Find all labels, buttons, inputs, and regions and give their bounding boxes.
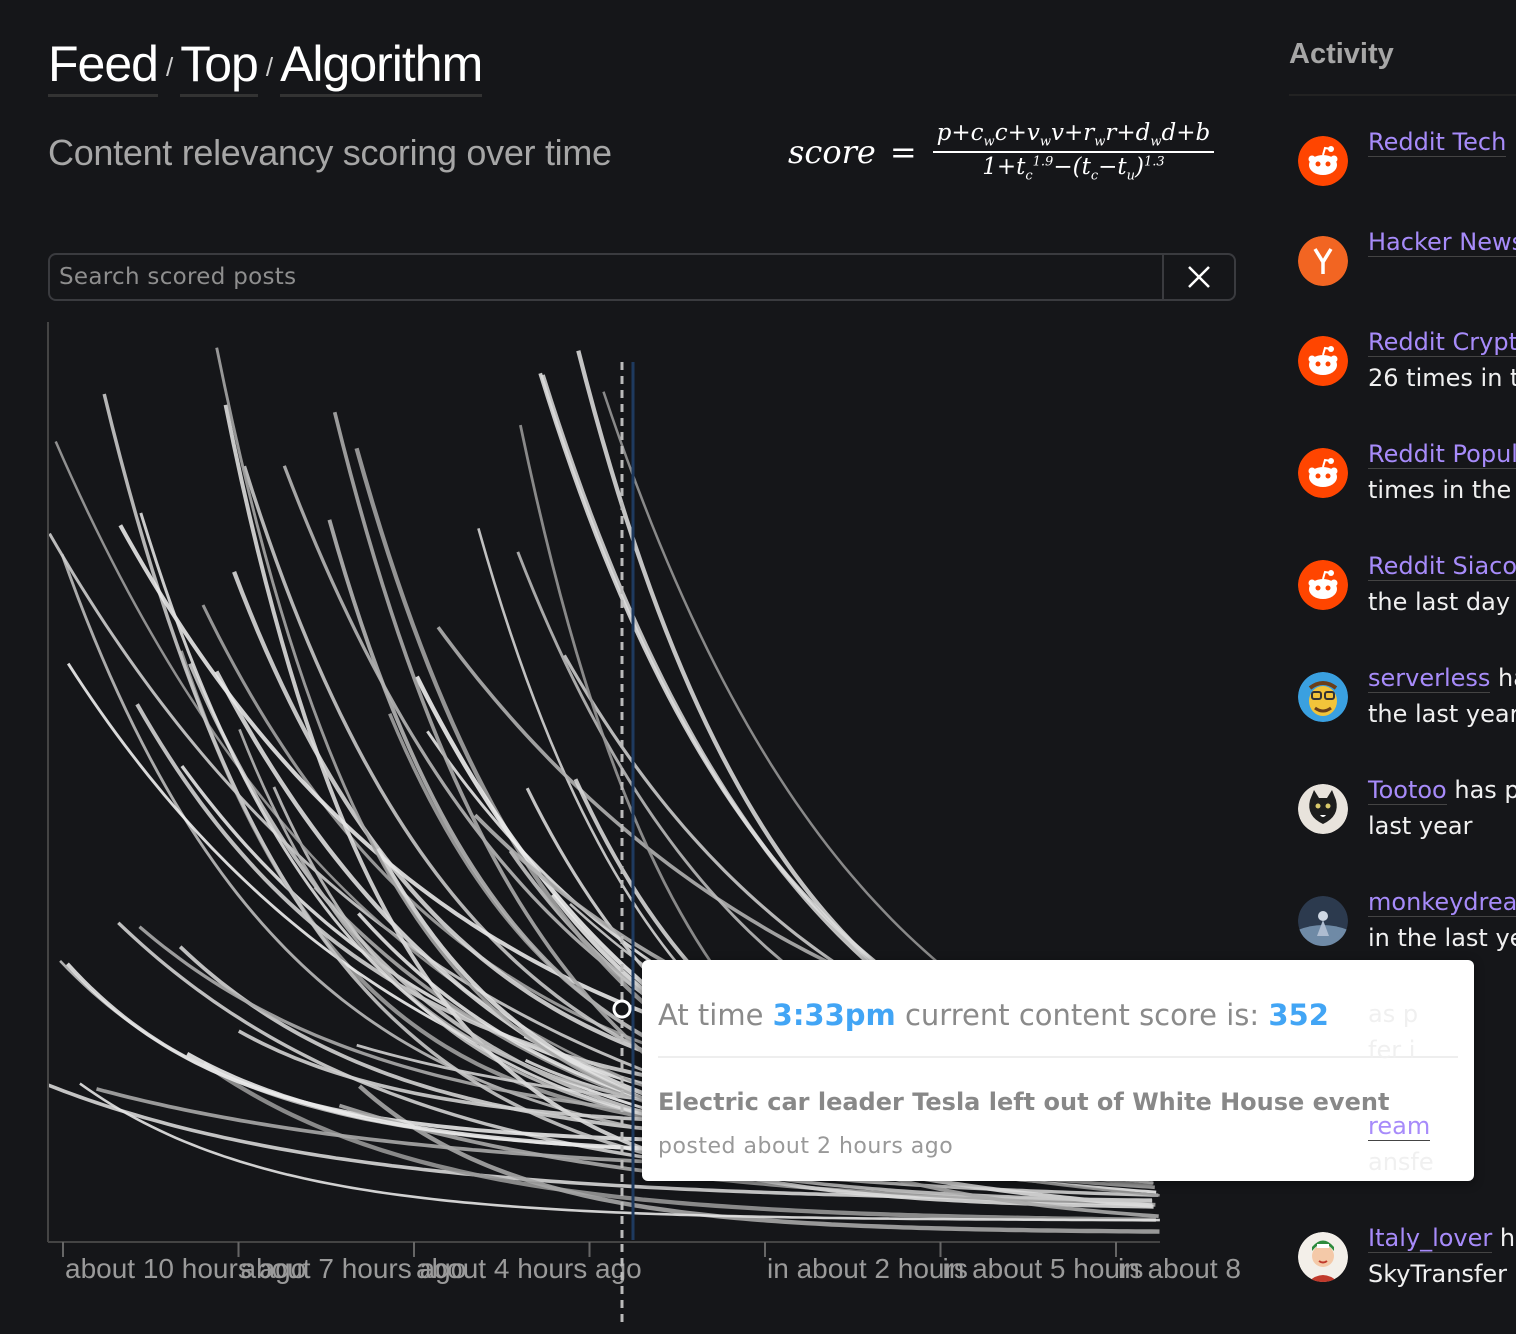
activity-source-link[interactable]: Reddit Popular	[1368, 440, 1516, 469]
activity-text: as p fer i	[1368, 996, 1418, 1068]
activity-text-line2: times in the la	[1368, 476, 1516, 504]
activity-text-line2: SkyTransfer i	[1368, 1260, 1516, 1288]
tooltip-header: At time 3:33pm current content score is:…	[658, 960, 1458, 1058]
score-tooltip: At time 3:33pm current content score is:…	[642, 960, 1474, 1181]
activity-text-line2: ansfe	[1368, 1148, 1434, 1176]
activity-text-line2: the last day	[1368, 588, 1511, 616]
activity-text-rest: h	[1506, 128, 1516, 156]
italy-avatar	[1298, 1232, 1348, 1282]
activity-text: ream ansfe	[1368, 1108, 1434, 1180]
activity-divider	[1289, 94, 1516, 96]
reddit-icon	[1298, 560, 1348, 610]
activity-text: Italy_lover ha SkyTransfer i	[1368, 1220, 1516, 1292]
activity-text-line2: fer i	[1368, 1036, 1416, 1064]
tooltip-posted-time: posted about 2 hours ago	[658, 1134, 954, 1159]
activity-source-link[interactable]: Tootoo	[1368, 776, 1447, 805]
hover-point[interactable]	[612, 999, 632, 1019]
activity-text: serverless ha the last year	[1368, 660, 1516, 732]
activity-text: monkeydream in the last yea	[1368, 884, 1516, 956]
activity-text: Reddit Siacoin the last day	[1368, 548, 1516, 620]
cat-avatar	[1298, 784, 1348, 834]
x-axis-ticks: about 10 hours agoabout 7 hours agoabout…	[62, 1242, 1240, 1284]
activity-text: Reddit Tech h	[1368, 124, 1516, 160]
hackernews-icon	[1298, 236, 1348, 286]
activity-text-line2: 26 times in th	[1368, 364, 1516, 392]
reddit-icon	[1298, 336, 1348, 386]
tooltip-time: 3:33pm	[772, 998, 896, 1032]
activity-text-rest: has p	[1446, 776, 1516, 804]
activity-source-link[interactable]: Reddit Tech	[1368, 128, 1507, 157]
activity-text-rest: as p	[1368, 1000, 1419, 1028]
tooltip-middle: current content score is:	[895, 998, 1269, 1032]
activity-source-link[interactable]: Reddit Crypto	[1368, 328, 1516, 357]
x-tick-label: in about 2 hours	[767, 1253, 968, 1284]
photo-avatar	[1298, 896, 1348, 946]
activity-source-link[interactable]: Reddit Siacoin	[1368, 552, 1516, 581]
activity-text-line2: last year	[1368, 812, 1473, 840]
tooltip-prefix: At time	[658, 998, 773, 1032]
activity-source-link[interactable]: serverless	[1368, 664, 1491, 693]
x-tick-label: about 4 hours ago	[416, 1253, 642, 1284]
tooltip-post-title[interactable]: Electric car leader Tesla left out of Wh…	[658, 1088, 1458, 1116]
activity-source-link[interactable]: ream	[1368, 1112, 1431, 1141]
activity-text: Reddit Crypto 26 times in th	[1368, 324, 1516, 396]
activity-source-link[interactable]: Italy_lover	[1368, 1224, 1493, 1253]
cartoon-avatar	[1298, 672, 1348, 722]
activity-text: Reddit Popular times in the la	[1368, 436, 1516, 508]
reddit-icon	[1298, 136, 1348, 186]
activity-title: Activity	[1289, 38, 1394, 70]
activity-text: Hacker News	[1368, 224, 1516, 260]
activity-source-link[interactable]: monkeydream	[1368, 888, 1516, 917]
reddit-icon	[1298, 448, 1348, 498]
activity-text: Tootoo has p last year	[1368, 772, 1516, 844]
x-tick-label: in about 5 hours	[943, 1253, 1144, 1284]
activity-source-link[interactable]: Hacker News	[1368, 228, 1516, 257]
x-tick-label: in about 8 hours	[1118, 1253, 1240, 1284]
activity-text-line2: the last year	[1368, 700, 1516, 728]
activity-text-rest: ha	[1499, 1224, 1516, 1252]
activity-text-rest: ha	[1498, 664, 1516, 692]
tooltip-score: 352	[1268, 998, 1329, 1032]
activity-text-line2: in the last yea	[1368, 924, 1516, 952]
